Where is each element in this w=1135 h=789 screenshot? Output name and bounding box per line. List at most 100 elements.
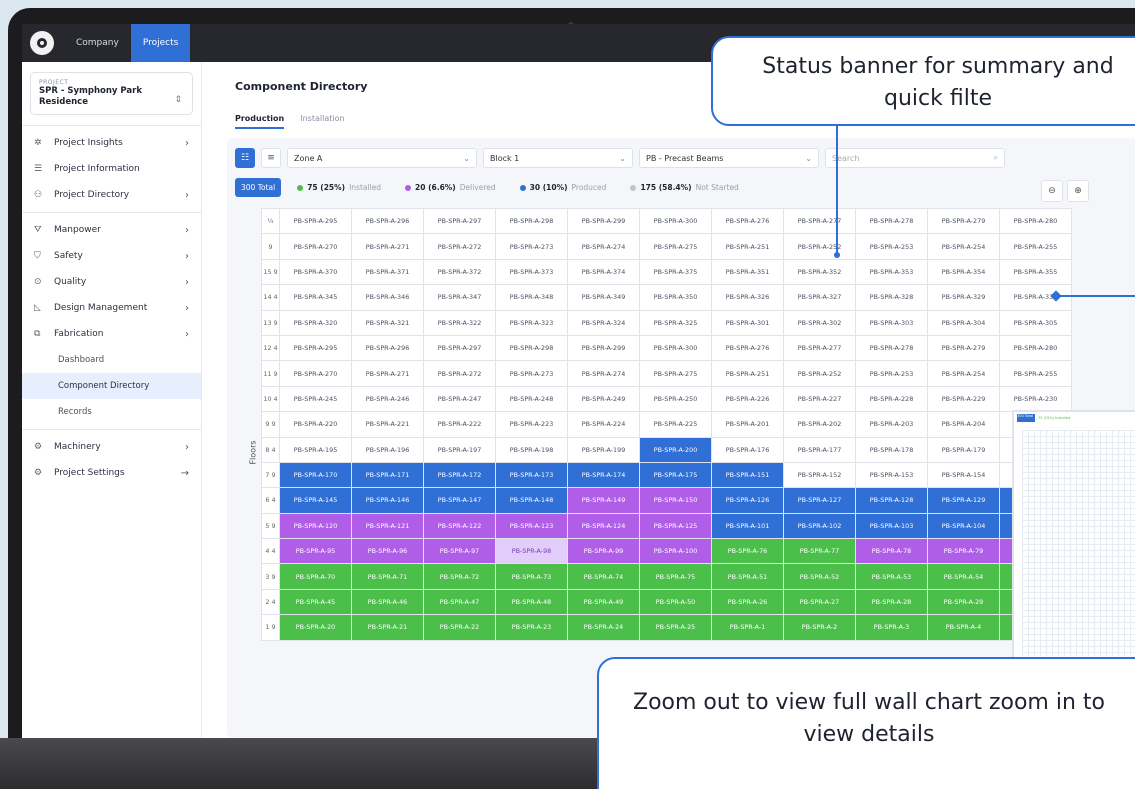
zoom-in-icon[interactable]: ⊕ — [1067, 180, 1089, 202]
component-cell[interactable]: PB-SPR-A-98 — [495, 538, 568, 565]
component-cell[interactable]: PB-SPR-A-271 — [351, 233, 424, 260]
component-cell[interactable]: PB-SPR-A-78 — [855, 538, 928, 565]
component-cell[interactable]: PB-SPR-A-199 — [567, 436, 640, 463]
component-cell[interactable]: PB-SPR-A-348 — [495, 284, 568, 311]
zoom-out-icon[interactable]: ⊖ — [1041, 180, 1063, 202]
component-cell[interactable]: PB-SPR-A-254 — [927, 360, 1000, 387]
component-cell[interactable]: PB-SPR-A-128 — [855, 487, 928, 514]
component-cell[interactable]: PB-SPR-A-173 — [495, 461, 568, 489]
sidebar-item-project-insights[interactable]: ✲ Project Insights › — [22, 130, 201, 156]
component-cell[interactable]: PB-SPR-A-255 — [999, 233, 1072, 260]
component-cell[interactable]: PB-SPR-A-145 — [279, 487, 352, 514]
component-cell[interactable]: PB-SPR-A-253 — [855, 233, 928, 260]
tab-installation[interactable]: Installation — [300, 114, 344, 129]
component-cell[interactable]: PB-SPR-A-275 — [639, 360, 712, 387]
component-cell[interactable]: PB-SPR-A-248 — [495, 385, 568, 413]
component-cell[interactable]: PB-SPR-A-329 — [927, 284, 1000, 311]
component-cell[interactable]: PB-SPR-A-252 — [783, 360, 856, 387]
component-cell[interactable]: PB-SPR-A-300 — [639, 207, 712, 235]
component-cell[interactable]: PB-SPR-A-27 — [783, 588, 856, 616]
sidebar-item-fabrication[interactable]: ⧉ Fabrication › — [22, 321, 201, 347]
component-cell[interactable]: PB-SPR-A-251 — [711, 360, 784, 387]
component-cell[interactable]: PB-SPR-A-326 — [711, 284, 784, 311]
app-logo[interactable] — [30, 31, 54, 55]
component-cell[interactable]: PB-SPR-A-126 — [711, 487, 784, 514]
component-cell[interactable]: PB-SPR-A-195 — [279, 436, 352, 463]
sidebar-item-project-settings[interactable]: ⚙ Project Settings → — [22, 460, 201, 486]
component-cell[interactable]: PB-SPR-A-373 — [495, 258, 568, 286]
component-cell[interactable]: PB-SPR-A-229 — [927, 385, 1000, 413]
component-cell[interactable]: PB-SPR-A-298 — [495, 207, 568, 235]
component-cell[interactable]: PB-SPR-A-375 — [639, 258, 712, 286]
component-cell[interactable]: PB-SPR-A-2 — [783, 614, 856, 641]
list-view-icon[interactable]: ☷ — [235, 148, 255, 168]
component-cell[interactable]: PB-SPR-A-149 — [567, 487, 640, 514]
component-cell[interactable]: PB-SPR-A-177 — [783, 436, 856, 463]
component-cell[interactable]: PB-SPR-A-227 — [783, 385, 856, 413]
block-select[interactable]: Block 1 ⌄ — [483, 148, 633, 168]
component-cell[interactable]: PB-SPR-A-254 — [927, 233, 1000, 260]
component-cell[interactable]: PB-SPR-A-249 — [567, 385, 640, 413]
component-cell[interactable]: PB-SPR-A-304 — [927, 309, 1000, 336]
component-cell[interactable]: PB-SPR-A-179 — [927, 436, 1000, 463]
component-cell[interactable]: PB-SPR-A-103 — [855, 512, 928, 540]
component-cell[interactable]: PB-SPR-A-154 — [927, 461, 1000, 489]
component-cell[interactable]: PB-SPR-A-355 — [999, 258, 1072, 286]
component-cell[interactable]: PB-SPR-A-272 — [423, 233, 496, 260]
component-cell[interactable]: PB-SPR-A-226 — [711, 385, 784, 413]
component-cell[interactable]: PB-SPR-A-275 — [639, 233, 712, 260]
component-cell[interactable]: PB-SPR-A-1 — [711, 614, 784, 641]
sidebar-item-quality[interactable]: ⊙ Quality › — [22, 269, 201, 295]
status-filter-not-started[interactable]: 175 (58.4%) Not Started — [630, 183, 739, 192]
component-cell[interactable]: PB-SPR-A-45 — [279, 588, 352, 616]
top-nav-projects[interactable]: Projects — [130, 24, 191, 62]
component-cell[interactable]: PB-SPR-A-4 — [927, 614, 1000, 641]
component-cell[interactable]: PB-SPR-A-301 — [711, 309, 784, 336]
component-cell[interactable]: PB-SPR-A-327 — [783, 284, 856, 311]
component-cell[interactable]: PB-SPR-A-49 — [567, 588, 640, 616]
component-cell[interactable]: PB-SPR-A-273 — [495, 360, 568, 387]
component-cell[interactable]: PB-SPR-A-280 — [999, 207, 1072, 235]
component-cell[interactable]: PB-SPR-A-277 — [783, 334, 856, 362]
component-cell[interactable]: PB-SPR-A-54 — [927, 563, 1000, 590]
component-cell[interactable]: PB-SPR-A-350 — [639, 284, 712, 311]
component-cell[interactable]: PB-SPR-A-76 — [711, 538, 784, 565]
component-cell[interactable]: PB-SPR-A-347 — [423, 284, 496, 311]
component-cell[interactable]: PB-SPR-A-222 — [423, 411, 496, 438]
component-cell[interactable]: PB-SPR-A-75 — [639, 563, 712, 590]
component-cell[interactable]: PB-SPR-A-274 — [567, 233, 640, 260]
component-cell[interactable]: PB-SPR-A-202 — [783, 411, 856, 438]
component-cell[interactable]: PB-SPR-A-204 — [927, 411, 1000, 438]
subnav-component-directory[interactable]: Component Directory — [22, 373, 201, 399]
component-cell[interactable]: PB-SPR-A-20 — [279, 614, 352, 641]
sidebar-item-safety[interactable]: ⛉ Safety › — [22, 243, 201, 269]
component-cell[interactable]: PB-SPR-A-255 — [999, 360, 1072, 387]
component-cell[interactable]: PB-SPR-A-77 — [783, 538, 856, 565]
component-cell[interactable]: PB-SPR-A-272 — [423, 360, 496, 387]
component-cell[interactable]: PB-SPR-A-370 — [279, 258, 352, 286]
component-cell[interactable]: PB-SPR-A-150 — [639, 487, 712, 514]
component-cell[interactable]: PB-SPR-A-276 — [711, 207, 784, 235]
component-cell[interactable]: PB-SPR-A-152 — [783, 461, 856, 489]
component-cell[interactable]: PB-SPR-A-224 — [567, 411, 640, 438]
component-cell[interactable]: PB-SPR-A-3 — [855, 614, 928, 641]
component-cell[interactable]: PB-SPR-A-201 — [711, 411, 784, 438]
component-cell[interactable]: PB-SPR-A-374 — [567, 258, 640, 286]
component-cell[interactable]: PB-SPR-A-101 — [711, 512, 784, 540]
component-cell[interactable]: PB-SPR-A-345 — [279, 284, 352, 311]
component-cell[interactable]: PB-SPR-A-225 — [639, 411, 712, 438]
search-icon[interactable]: ⌕ — [994, 153, 998, 163]
component-cell[interactable]: PB-SPR-A-278 — [855, 334, 928, 362]
component-cell[interactable]: PB-SPR-A-22 — [423, 614, 496, 641]
component-cell[interactable]: PB-SPR-A-352 — [783, 258, 856, 286]
type-select[interactable]: PB - Precast Beams ⌄ — [639, 148, 819, 168]
component-cell[interactable]: PB-SPR-A-23 — [495, 614, 568, 641]
zone-select[interactable]: Zone A ⌄ — [287, 148, 477, 168]
component-cell[interactable]: PB-SPR-A-52 — [783, 563, 856, 590]
component-cell[interactable]: PB-SPR-A-324 — [567, 309, 640, 336]
status-filter-produced[interactable]: 30 (10%) Produced — [519, 183, 606, 192]
status-filter-delivered[interactable]: 20 (6.6%) Delivered — [405, 183, 496, 192]
component-cell[interactable]: PB-SPR-A-147 — [423, 487, 496, 514]
component-cell[interactable]: PB-SPR-A-104 — [927, 512, 1000, 540]
component-cell[interactable]: PB-SPR-A-297 — [423, 334, 496, 362]
